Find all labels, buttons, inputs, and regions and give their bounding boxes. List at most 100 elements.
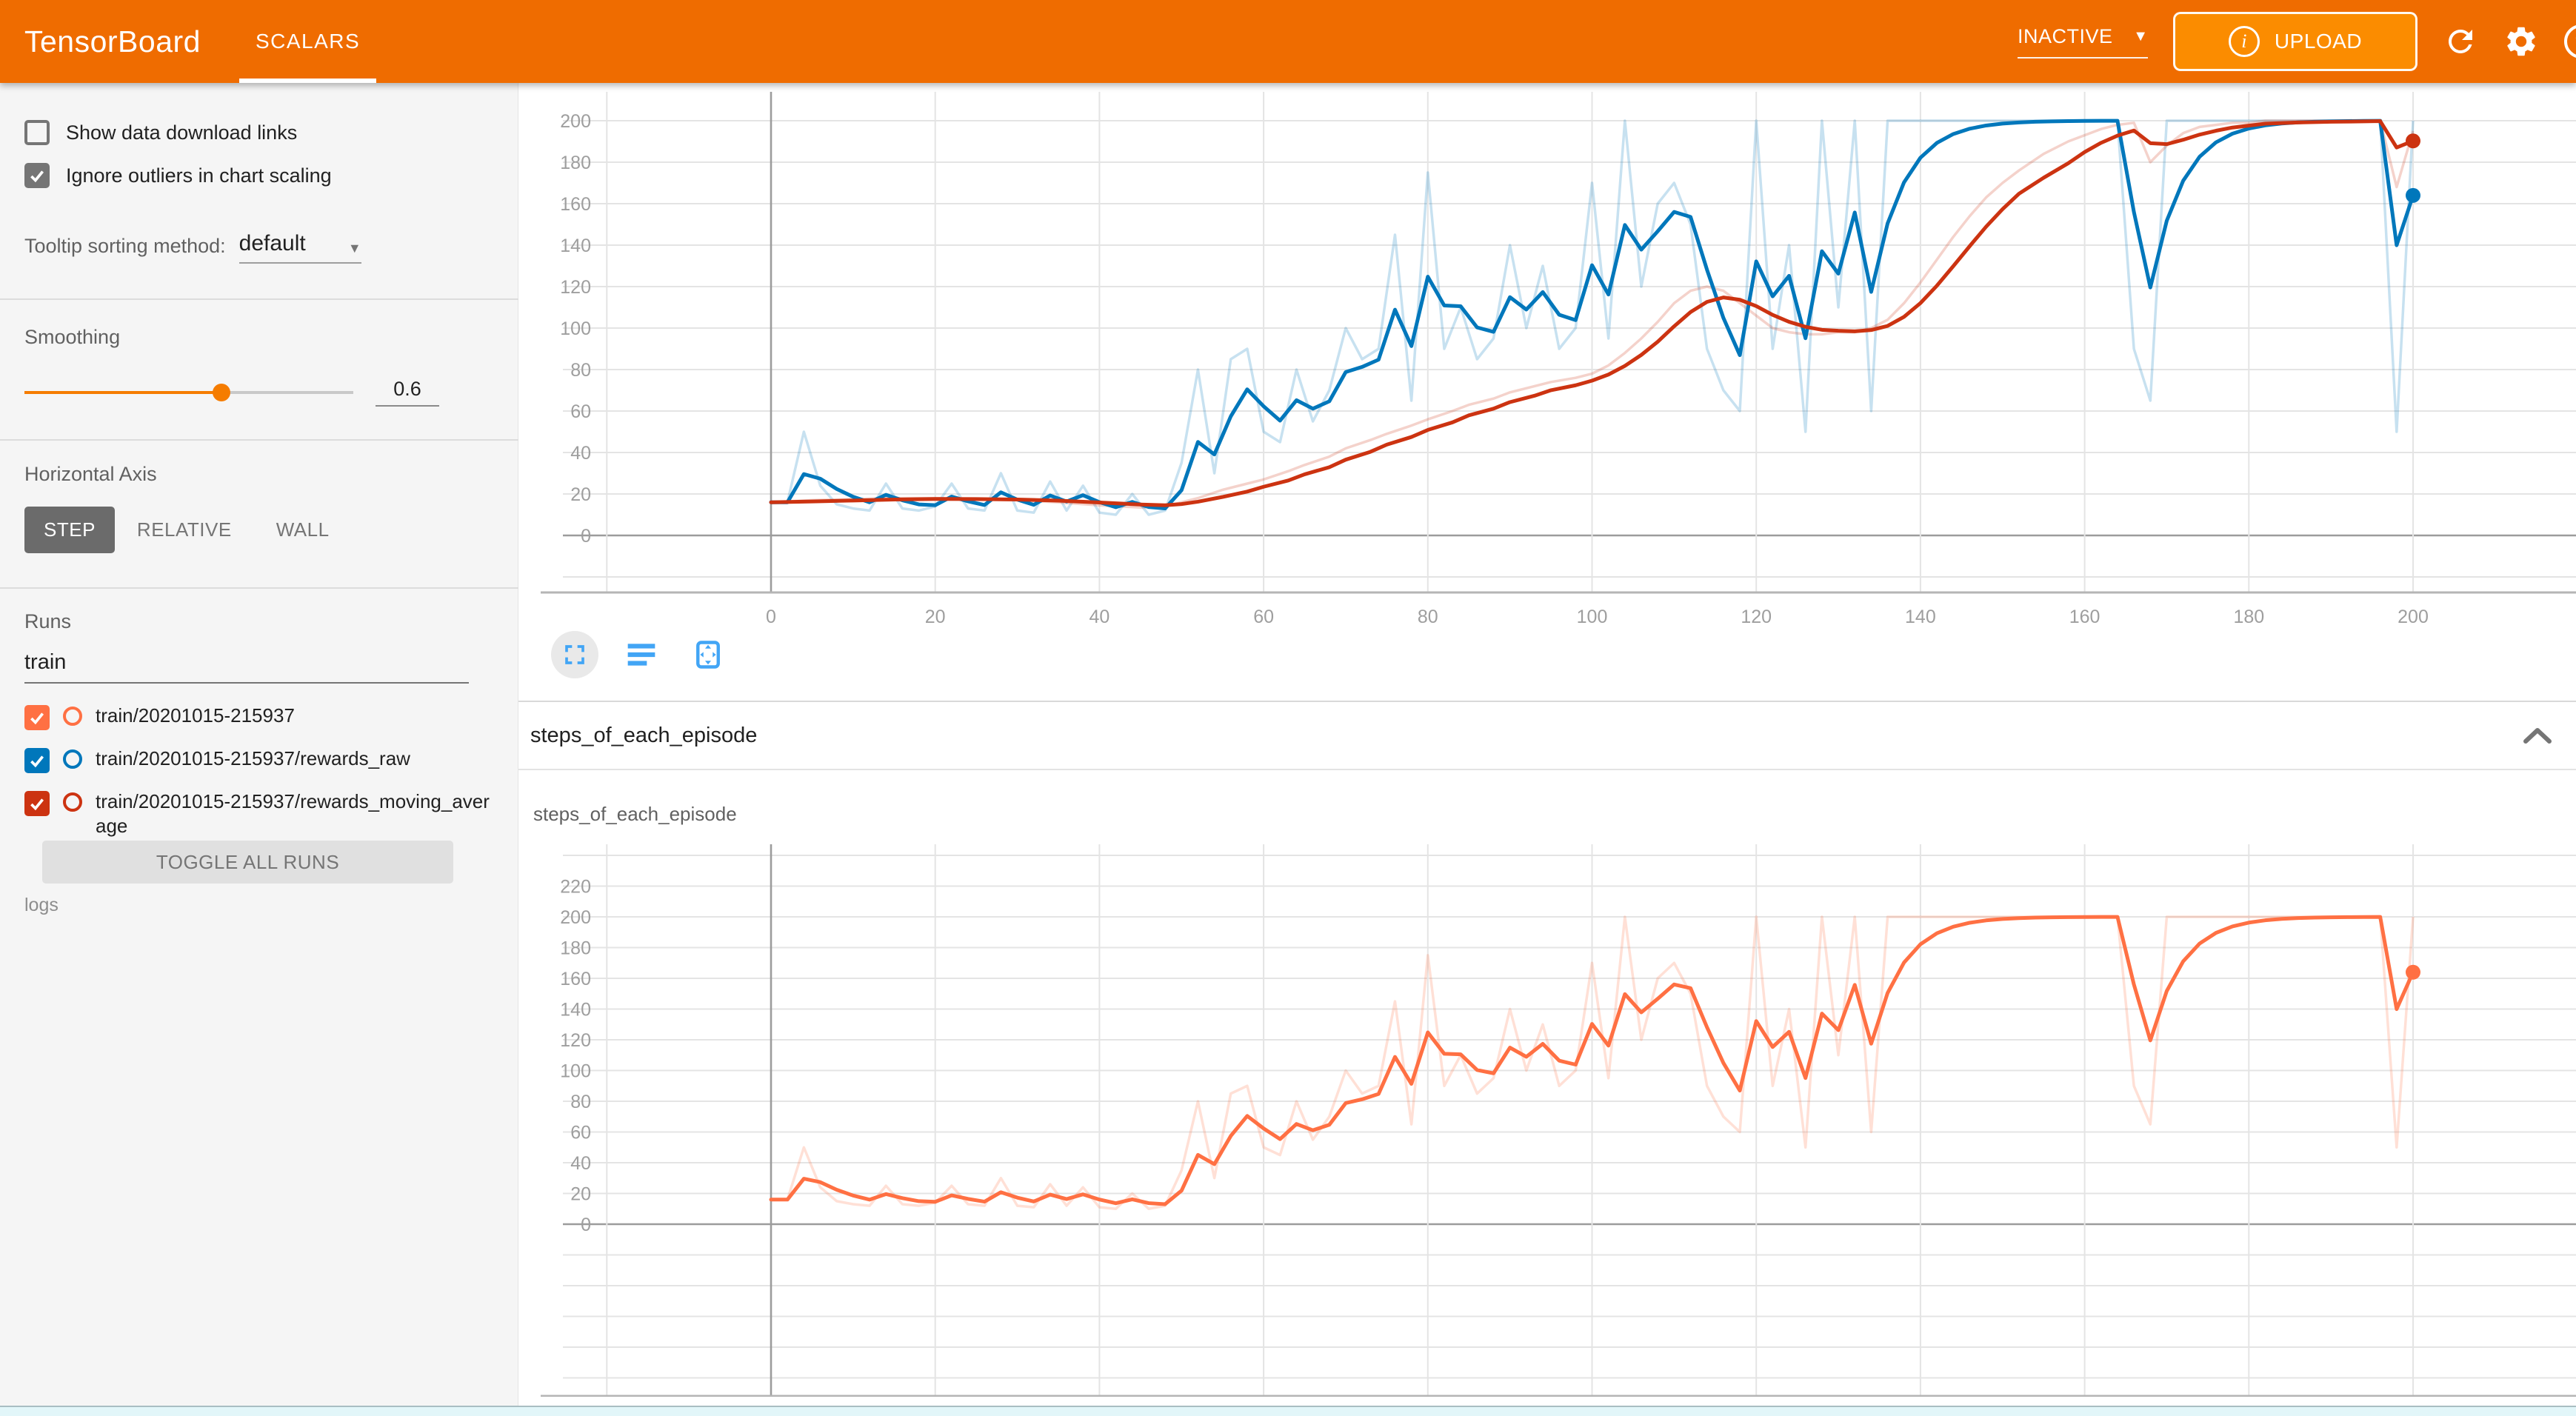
axis-button-wall[interactable]: WALL [254,507,352,553]
info-icon: i [2229,26,2260,57]
run-row[interactable]: train/20201015-215937/rewards_moving_ave… [24,789,498,838]
svg-text:200: 200 [2398,607,2429,627]
svg-text:140: 140 [560,236,591,256]
tooltip-sorting-label: Tooltip sorting method: [24,235,226,264]
svg-text:80: 80 [570,360,591,381]
svg-text:160: 160 [560,194,591,215]
run-label: train/20201015-215937/rewards_raw [96,747,498,771]
smoothing-value-input[interactable]: 0.6 [376,378,439,407]
svg-text:20: 20 [925,607,946,627]
axis-button-step[interactable]: STEP [24,507,115,553]
run-color-radio-icon[interactable] [63,792,82,812]
section-header-steps-of-each-episode[interactable]: steps_of_each_episode [518,702,2576,770]
svg-text:200: 200 [560,907,591,928]
refresh-icon[interactable] [2443,24,2478,59]
smoothing-slider-row: 0.6 [24,378,439,407]
upload-button[interactable]: i UPLOAD [2173,12,2417,71]
checkbox-checked-icon [24,163,50,188]
svg-text:80: 80 [570,1092,591,1112]
caret-down-icon: ▼ [348,241,361,256]
run-color-radio-icon[interactable] [63,749,82,769]
svg-text:80: 80 [1418,607,1438,627]
run-label: train/20201015-215937 [96,704,498,728]
svg-text:40: 40 [1089,607,1110,627]
run-row[interactable]: train/20201015-215937/rewards_raw [24,747,498,773]
run-label: train/20201015-215937/rewards_moving_ave… [96,789,498,838]
svg-text:120: 120 [560,1030,591,1051]
checkbox-label: Ignore outliers in chart scaling [66,164,332,187]
rewards-chart-canvas[interactable]: 0 20 40 60 80 100 120 140 160 180 200 0 20 40 60 80 100 1… [518,92,2576,629]
runs-list: train/20201015-215937 train/20201015-215… [24,704,498,838]
svg-text:140: 140 [1905,607,1936,627]
checkbox-show-download-links[interactable]: Show data download links [24,120,297,145]
horizontal-axis-buttons: STEP RELATIVE WALL [24,507,352,553]
checkbox-unchecked-icon [24,120,50,145]
horizontal-axis-label: Horizontal Axis [24,463,157,486]
svg-text:160: 160 [2069,607,2100,627]
tooltip-sorting-row: Tooltip sorting method: default ▼ [24,231,361,264]
runs-filter-input[interactable] [24,650,469,684]
svg-text:140: 140 [560,1000,591,1021]
settings-gear-icon[interactable] [2503,24,2539,59]
caret-down-icon: ▼ [2133,28,2148,45]
section-title: steps_of_each_episode [530,724,757,748]
svg-text:100: 100 [1577,607,1608,627]
data-lines-icon[interactable] [618,631,665,678]
settings-sidebar: Show data download links Ignore outliers… [0,83,518,1406]
sidebar-divider [0,439,518,441]
svg-text:180: 180 [2233,607,2264,627]
svg-text:220: 220 [560,877,591,898]
svg-text:120: 120 [560,277,591,298]
charts-area: 0204060801001201401601802000204060801001… [518,83,2576,1406]
axis-button-relative[interactable]: RELATIVE [115,507,254,553]
steps-of-each-episode-chart-canvas[interactable]: 020406080100120140160180200220 [518,844,2576,1397]
run-checkbox-icon[interactable] [24,748,50,773]
svg-text:160: 160 [560,969,591,989]
svg-text:60: 60 [1253,607,1274,627]
app-header: TensorBoard SCALARS INACTIVE ▼ i UPLOAD … [0,0,2576,83]
slider-fill [24,391,221,394]
svg-text:0: 0 [766,607,776,627]
svg-text:180: 180 [560,153,591,173]
svg-text:20: 20 [570,1184,591,1205]
svg-text:40: 40 [570,443,591,464]
svg-text:40: 40 [570,1153,591,1174]
app-title: TensorBoard [24,24,201,59]
sidebar-divider [0,298,518,300]
smoothing-slider[interactable] [24,391,353,394]
horizontal-scrollbar[interactable] [0,1406,2576,1416]
svg-text:120: 120 [1741,607,1772,627]
chevron-up-icon[interactable] [2521,725,2554,746]
header-actions: INACTIVE ▼ i UPLOAD ? [2018,12,2576,71]
checkbox-ignore-outliers[interactable]: Ignore outliers in chart scaling [24,163,332,188]
sidebar-divider [0,587,518,589]
svg-text:0: 0 [581,526,591,547]
help-icon[interactable]: ? [2564,24,2576,59]
svg-text:60: 60 [570,1123,591,1143]
fullscreen-icon[interactable] [551,631,598,678]
tooltip-sorting-value: default [239,231,306,256]
run-row[interactable]: train/20201015-215937 [24,704,498,730]
svg-text:60: 60 [570,401,591,422]
svg-text:180: 180 [560,938,591,959]
run-color-radio-icon[interactable] [63,707,82,726]
tab-scalars[interactable]: SCALARS [239,0,376,83]
run-checkbox-icon[interactable] [24,791,50,816]
checkbox-label: Show data download links [66,121,297,144]
status-value: INACTIVE [2018,25,2113,48]
svg-text:0: 0 [581,1215,591,1235]
run-checkbox-icon[interactable] [24,705,50,730]
smoothing-label: Smoothing [24,326,120,349]
tooltip-sorting-dropdown[interactable]: default ▼ [239,231,361,264]
chart-toolbar [551,631,732,678]
logs-label: logs [24,895,59,916]
svg-text:100: 100 [560,318,591,339]
tab-scalars-label: SCALARS [256,30,360,53]
svg-text:20: 20 [570,484,591,505]
toggle-all-runs-button[interactable]: TOGGLE ALL RUNS [42,841,453,884]
status-dropdown[interactable]: INACTIVE ▼ [2018,25,2148,59]
slider-thumb[interactable] [213,384,230,401]
upload-label: UPLOAD [2275,30,2362,53]
runs-label: Runs [24,610,71,633]
pan-zoom-icon[interactable] [684,631,732,678]
